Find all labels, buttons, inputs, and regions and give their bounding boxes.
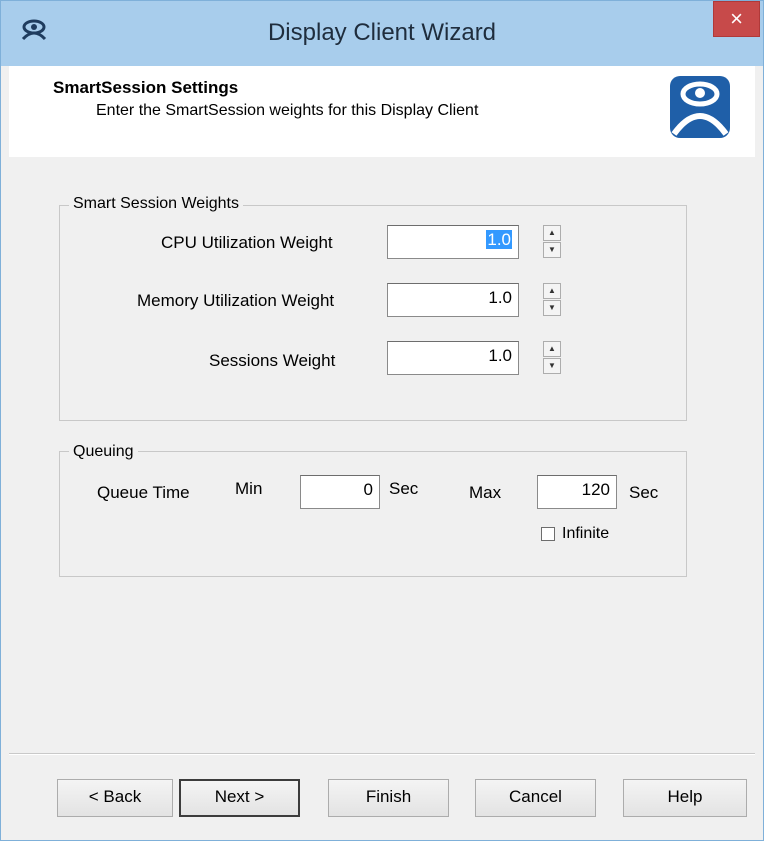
- min-queue-time-value: 0: [363, 480, 373, 499]
- wizard-window: Display Client Wizard × SmartSession Set…: [0, 0, 764, 841]
- cpu-weight-spinner[interactable]: ▲ ▼: [543, 225, 561, 259]
- memory-weight-value: 1.0: [488, 288, 512, 307]
- page-title: SmartSession Settings: [53, 78, 239, 97]
- smart-session-weights-group: [59, 205, 687, 421]
- close-button[interactable]: ×: [713, 1, 760, 37]
- wizard-body: Smart Session Weights CPU Utilization We…: [9, 157, 755, 831]
- title-bar[interactable]: Display Client Wizard ×: [1, 1, 763, 66]
- cpu-weight-value: 1.0: [486, 230, 512, 249]
- wizard-header: SmartSession Settings Enter the SmartSes…: [9, 66, 755, 158]
- button-separator: [9, 753, 755, 755]
- min-queue-time-field[interactable]: 0: [300, 475, 380, 509]
- memory-weight-label: Memory Utilization Weight: [137, 291, 335, 310]
- sessions-weight-label: Sessions Weight: [209, 351, 336, 370]
- sessions-weight-field[interactable]: 1.0: [387, 341, 519, 375]
- queuing-legend: Queuing: [69, 443, 138, 461]
- finish-button[interactable]: Finish: [328, 779, 449, 817]
- page-subtitle: Enter the SmartSession weights for this …: [96, 102, 479, 119]
- thinmanager-logo-icon: [670, 76, 730, 138]
- cancel-button[interactable]: Cancel: [475, 779, 596, 817]
- max-queue-time-value: 120: [581, 480, 610, 499]
- window-title: Display Client Wizard: [267, 19, 497, 46]
- min-sec-label: Sec: [389, 479, 419, 498]
- close-icon: ×: [730, 6, 743, 31]
- spin-up-icon[interactable]: ▲: [543, 341, 561, 357]
- queuing-group: [59, 451, 687, 577]
- cpu-weight-label: CPU Utilization Weight: [161, 233, 333, 252]
- back-button[interactable]: < Back: [57, 779, 173, 817]
- spin-down-icon[interactable]: ▼: [543, 358, 561, 374]
- sessions-weight-value: 1.0: [488, 346, 512, 365]
- queue-time-label: Queue Time: [97, 483, 190, 502]
- spin-down-icon[interactable]: ▼: [543, 300, 561, 316]
- help-button[interactable]: Help: [623, 779, 747, 817]
- max-sec-label: Sec: [629, 483, 659, 502]
- smart-session-weights-legend: Smart Session Weights: [69, 195, 243, 213]
- memory-weight-field[interactable]: 1.0: [387, 283, 519, 317]
- sessions-weight-spinner[interactable]: ▲ ▼: [543, 341, 561, 375]
- max-label: Max: [469, 483, 502, 502]
- infinite-checkbox[interactable]: [541, 527, 555, 541]
- spin-up-icon[interactable]: ▲: [543, 225, 561, 241]
- infinite-label[interactable]: Infinite: [562, 525, 609, 543]
- cpu-weight-field[interactable]: 1.0: [387, 225, 519, 259]
- min-label: Min: [235, 479, 263, 498]
- memory-weight-spinner[interactable]: ▲ ▼: [543, 283, 561, 317]
- next-button[interactable]: Next >: [179, 779, 300, 817]
- spin-up-icon[interactable]: ▲: [543, 283, 561, 299]
- max-queue-time-field[interactable]: 120: [537, 475, 617, 509]
- spin-down-icon[interactable]: ▼: [543, 242, 561, 258]
